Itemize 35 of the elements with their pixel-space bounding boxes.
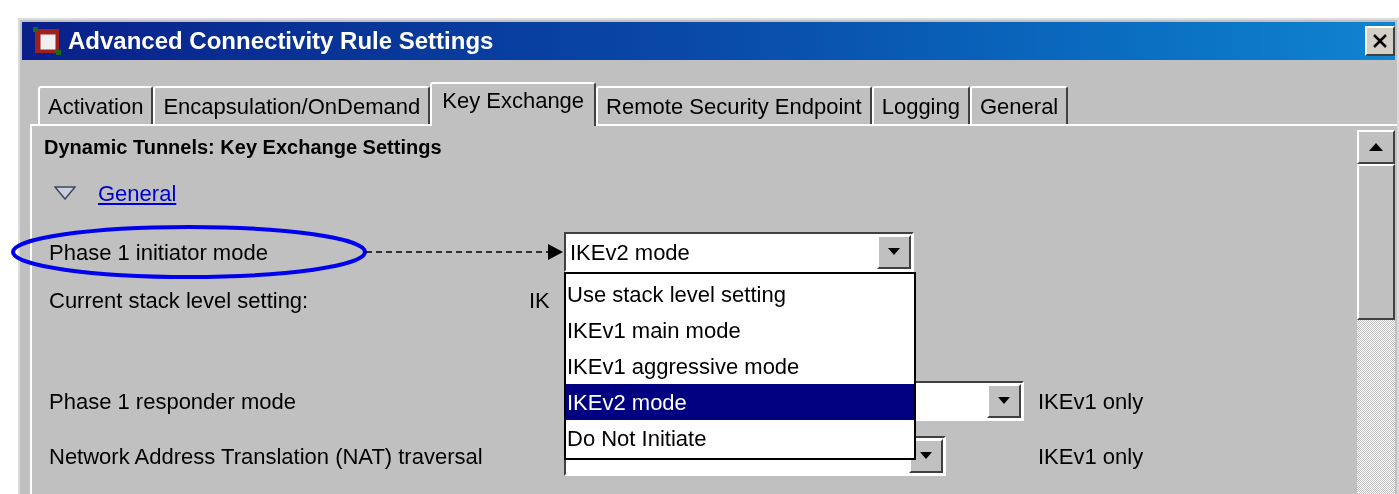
- tab[interactable]: Logging: [871, 86, 970, 124]
- field-label: Network Address Translation (NAT) traversal: [48, 442, 484, 471]
- close-button[interactable]: [1365, 26, 1395, 56]
- field-label: Current stack level setting:: [48, 286, 310, 315]
- tab[interactable]: Encapsulation/OnDemand: [153, 86, 431, 124]
- section-link[interactable]: General: [98, 176, 177, 210]
- field-value: IK: [529, 286, 550, 315]
- vertical-scrollbar[interactable]: [1357, 130, 1395, 494]
- field-note: IKEv1 only: [1038, 387, 1144, 416]
- expand-triangle-icon[interactable]: [54, 186, 76, 200]
- close-icon: [1372, 33, 1388, 49]
- caret-icon: [888, 248, 900, 256]
- dropdown-option[interactable]: IKEv1 main mode: [566, 312, 914, 348]
- tab[interactable]: General: [970, 86, 1069, 124]
- up-arrow-icon: [1369, 143, 1383, 151]
- window-title: Advanced Connectivity Rule Settings: [68, 26, 494, 56]
- dropdown-option[interactable]: Use stack level setting: [566, 276, 914, 312]
- caret-icon: [920, 452, 932, 460]
- field-label: Phase 1 initiator mode: [48, 238, 269, 267]
- tab[interactable]: Activation: [38, 86, 154, 124]
- field-note: IKEv1 only: [1038, 442, 1144, 471]
- scroll-thumb[interactable]: [1357, 164, 1395, 320]
- section-heading: Dynamic Tunnels: Key Exchange Settings: [44, 135, 443, 160]
- caret-icon: [998, 397, 1010, 405]
- dropdown-option[interactable]: IKEv1 aggressive mode: [566, 348, 914, 384]
- dropdown-button[interactable]: [877, 235, 911, 269]
- dropdown-button[interactable]: [987, 384, 1021, 418]
- tab[interactable]: Key Exchange: [430, 82, 597, 126]
- dropdown-option[interactable]: IKEv2 mode: [566, 384, 914, 420]
- field-label: Phase 1 responder mode: [48, 387, 298, 416]
- select-field[interactable]: IKEv2 mode: [564, 232, 914, 272]
- scroll-up-button[interactable]: [1357, 130, 1395, 164]
- dropdown-option[interactable]: Do Not Initiate: [566, 420, 914, 456]
- tab[interactable]: Remote Security Endpoint: [596, 86, 872, 124]
- app-icon: [32, 26, 62, 56]
